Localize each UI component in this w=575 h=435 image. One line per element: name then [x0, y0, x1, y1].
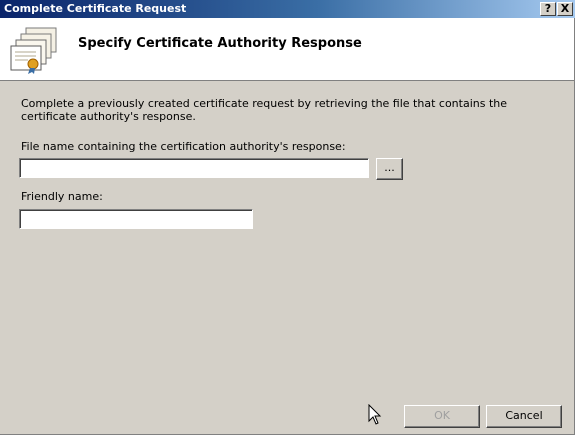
certificate-icon	[10, 27, 57, 74]
ok-button[interactable]: OK	[404, 405, 480, 428]
title-bar[interactable]: Complete Certificate Request ? X	[0, 0, 575, 18]
file-name-label: File name containing the certification a…	[21, 140, 346, 153]
cancel-button[interactable]: Cancel	[486, 405, 562, 428]
close-button[interactable]: X	[557, 2, 573, 16]
help-button[interactable]: ?	[540, 2, 556, 16]
description-text: Complete a previously created certificat…	[21, 97, 508, 123]
page-title: Specify Certificate Authority Response	[78, 36, 362, 51]
wizard-header: Specify Certificate Authority Response	[0, 18, 574, 81]
window-title: Complete Certificate Request	[4, 2, 187, 15]
browse-button[interactable]: ...	[376, 158, 403, 180]
friendly-name-input[interactable]	[19, 209, 253, 229]
mouse-pointer-icon	[368, 404, 382, 425]
dialog-window: Complete Certificate Request ? X Specify…	[0, 0, 575, 435]
file-name-input[interactable]	[19, 158, 369, 178]
friendly-name-label: Friendly name:	[21, 190, 103, 203]
